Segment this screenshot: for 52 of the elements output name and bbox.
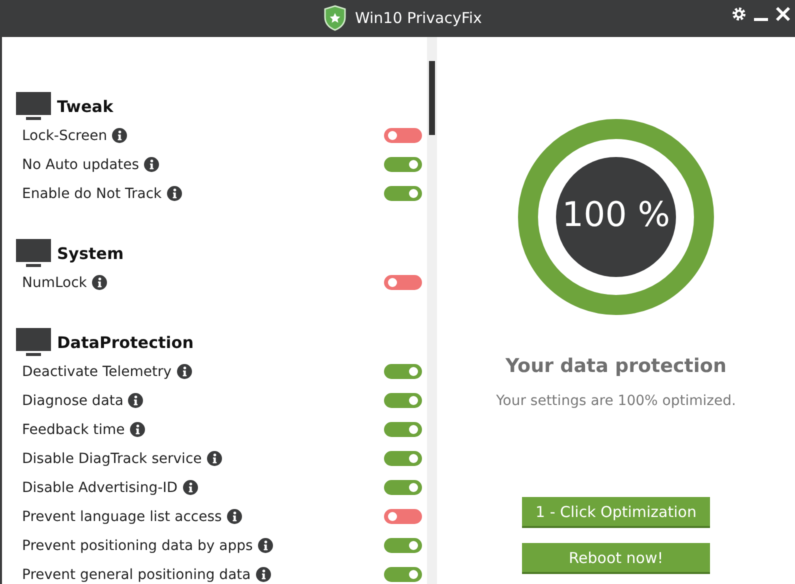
setting-label: Disable DiagTrack service <box>22 450 202 466</box>
toggle-switch[interactable] <box>384 422 422 437</box>
info-icon[interactable] <box>226 509 242 524</box>
toggle-switch[interactable] <box>384 128 422 143</box>
setting-label: Prevent positioning data by apps <box>22 538 253 554</box>
shield-icon <box>323 5 347 31</box>
setting-label: Diagnose data <box>22 392 124 408</box>
setting-label: No Auto updates <box>22 156 140 172</box>
setting-label: Prevent language list access <box>22 508 222 524</box>
setting-label: NumLock <box>22 274 87 290</box>
toggle-switch[interactable] <box>384 393 422 408</box>
scrollbar[interactable] <box>427 37 437 584</box>
toggle-switch[interactable] <box>384 364 422 379</box>
setting-label: Enable do Not Track <box>22 186 162 202</box>
monitor-icon <box>16 92 51 120</box>
info-icon[interactable] <box>182 480 198 495</box>
optimize-button[interactable]: 1 - Click Optimization <box>522 497 710 528</box>
info-icon[interactable] <box>258 538 273 553</box>
info-icon[interactable] <box>256 567 271 582</box>
setting-label: Disable Advertising-ID <box>22 480 178 496</box>
close-icon[interactable] <box>775 6 791 22</box>
info-icon[interactable] <box>166 186 182 201</box>
setting-label: Deactivate Telemetry <box>22 364 172 380</box>
info-icon[interactable] <box>176 364 192 379</box>
toggle-switch[interactable] <box>384 186 422 201</box>
info-icon[interactable] <box>112 128 128 143</box>
monitor-icon <box>16 239 51 267</box>
info-icon[interactable] <box>144 157 160 172</box>
toggle-switch[interactable] <box>384 157 422 172</box>
setting-label: Lock-Screen <box>22 128 108 144</box>
toggle-switch[interactable] <box>384 567 422 582</box>
info-icon[interactable] <box>130 422 145 437</box>
percent-value: 100 % <box>560 195 671 235</box>
toggle-switch[interactable] <box>384 275 422 290</box>
reboot-button[interactable]: Reboot now! <box>522 543 710 574</box>
status-message: Your settings are 100% optimized. <box>496 393 736 409</box>
toggle-switch[interactable] <box>384 538 422 553</box>
info-icon[interactable] <box>92 275 107 290</box>
setting-label: Feedback time <box>22 422 125 438</box>
section-heading: DataProtection <box>57 332 194 352</box>
section-heading: Tweak <box>57 96 114 116</box>
info-icon[interactable] <box>128 393 144 408</box>
section-heading: System <box>57 244 124 262</box>
setting-label: Prevent general positioning data <box>22 566 251 582</box>
monitor-icon <box>16 328 51 356</box>
toggle-switch[interactable] <box>384 509 422 524</box>
window-title: Win10 PrivacyFix <box>355 9 482 27</box>
toggle-switch[interactable] <box>384 451 422 466</box>
settings-icon[interactable] <box>731 6 747 22</box>
toggle-switch[interactable] <box>384 480 422 495</box>
status-heading: Your data protection <box>506 355 726 377</box>
info-icon[interactable] <box>206 451 222 466</box>
